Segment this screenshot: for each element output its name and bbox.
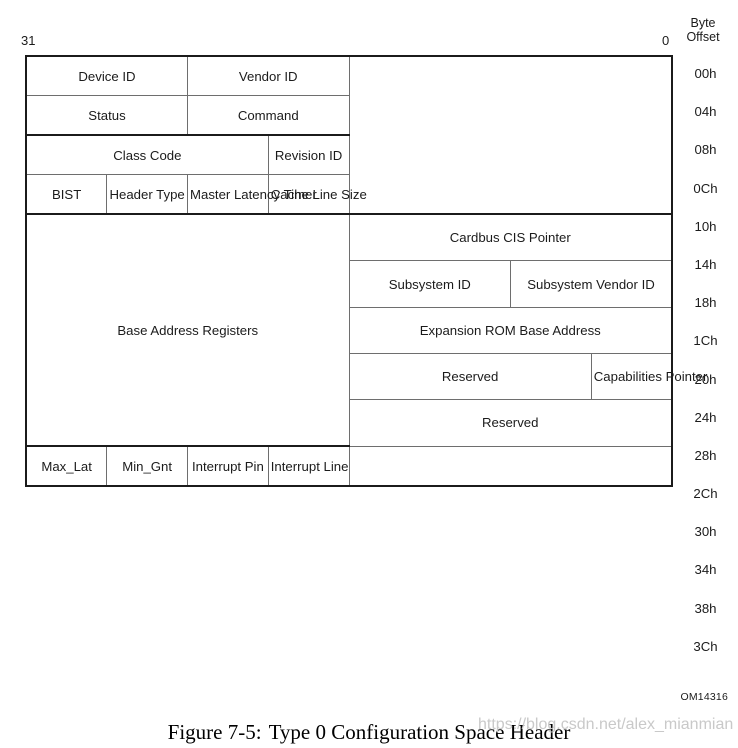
register-map-body: Device ID Vendor ID Status Command Class Cod… <box>25 55 707 487</box>
byte-offset-value: 28h <box>694 447 717 463</box>
byte-offset-value: 34h <box>694 562 717 578</box>
byte-offset-value: 30h <box>694 524 717 540</box>
register-field: Reserved <box>348 352 592 401</box>
configuration-space-header-table: Device ID Vendor ID Status Command Class Cod… <box>25 55 707 487</box>
figure-caption-number: Figure 7-5: <box>167 720 262 744</box>
register-field: Base Address Registers <box>25 213 350 447</box>
byte-offset-value: 38h <box>694 600 717 616</box>
register-field: Cardbus CIS Pointer <box>348 213 673 262</box>
byte-offset-value: 2Ch <box>693 486 718 502</box>
byte-offset-value: 24h <box>694 409 717 425</box>
register-field: Interrupt Line <box>267 445 350 487</box>
register-row: Status Command <box>25 95 672 136</box>
register-field: Subsystem ID <box>348 260 511 308</box>
bit-label-31: 31 <box>21 33 36 48</box>
register-row: Max_Lat Min_Gnt Interrupt Pin Interrupt Lin… <box>25 445 672 487</box>
figure-id: OM14316 <box>680 691 728 703</box>
register-field: Command <box>187 95 350 136</box>
register-field: Subsystem Vendor ID <box>510 260 673 308</box>
register-field: Class Code <box>25 134 269 175</box>
register-row: BIST Header Type Master Latency Timer Cache… <box>25 174 672 215</box>
byte-offset-value: 08h <box>694 142 717 158</box>
register-field: Header Type <box>106 174 188 215</box>
register-row: Class Code Revision ID <box>25 134 672 175</box>
figure-caption: Figure 7-5: Type 0 Configuration Space He… <box>0 720 738 745</box>
register-field: Cache Line Size <box>267 174 367 215</box>
byte-offset-value: 18h <box>694 295 717 311</box>
register-field: Reserved <box>348 399 673 447</box>
register-field: Expansion ROM Base Address <box>348 306 673 354</box>
byte-offset-heading-line1: Byte <box>690 16 716 30</box>
figure-caption-title: Type 0 Configuration Space Header <box>268 720 571 744</box>
register-field: Master Latency Timer <box>187 174 317 215</box>
byte-offset-value: 14h <box>694 256 717 272</box>
register-field: Vendor ID <box>187 55 350 96</box>
byte-offset-value: 3Ch <box>693 638 718 654</box>
byte-offset-value: 20h <box>694 371 717 387</box>
register-field: Interrupt Pin <box>187 445 269 487</box>
byte-offset-column: 00h 04h 08h 0Ch 10h 14h 18h 1Ch 20h 24h 28h 2Ch 30h 3… <box>673 55 738 666</box>
byte-offset-value: 00h <box>694 66 717 81</box>
byte-offset-value: 10h <box>694 218 717 234</box>
byte-offset-heading: Byte Offset <box>672 16 734 44</box>
register-field: BIST <box>25 174 108 215</box>
byte-offset-value: 0Ch <box>693 180 718 196</box>
register-field: Max_Lat <box>25 445 108 487</box>
register-field: Device ID <box>25 55 188 96</box>
register-row: Device ID Vendor ID <box>25 55 672 96</box>
register-field: Min_Gnt <box>106 445 188 487</box>
register-field: Capabilities Pointer <box>590 352 707 401</box>
byte-offset-value: 04h <box>694 104 717 120</box>
byte-offset-heading-line2: Offset <box>686 30 720 44</box>
byte-offset-value: 1Ch <box>693 333 718 349</box>
register-field: Status <box>25 95 188 136</box>
bit-label-0: 0 <box>662 33 670 48</box>
register-field: Revision ID <box>267 134 350 175</box>
